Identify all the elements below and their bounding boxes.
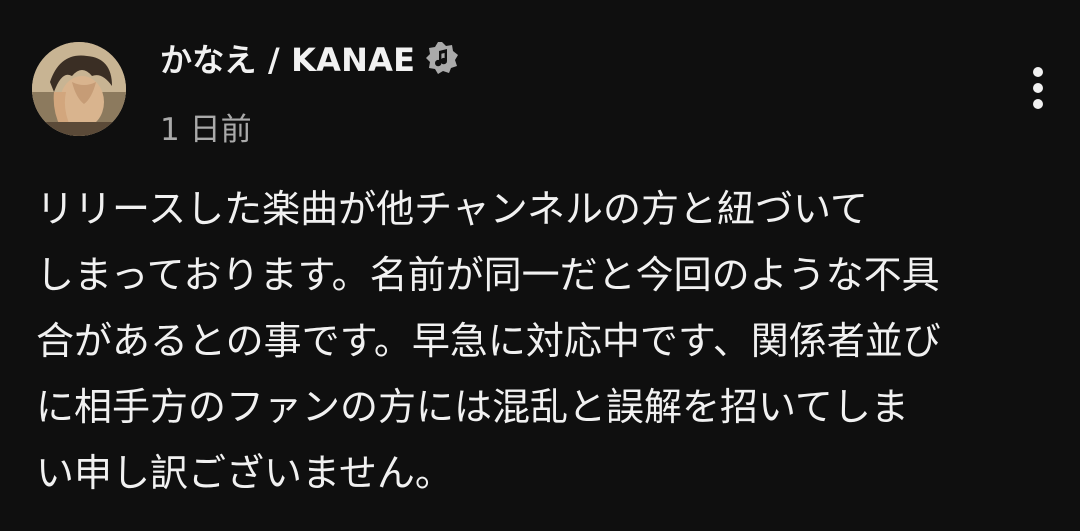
- post-body-line: い申し訳ございません。: [36, 451, 453, 495]
- more-vertical-icon: [1033, 99, 1043, 109]
- more-vertical-icon: [1033, 67, 1043, 77]
- author-name[interactable]: かなえ / KANAE: [160, 35, 415, 81]
- post-body-line: しまっております。名前が同一だと今回のような不具: [36, 253, 940, 297]
- more-options-button[interactable]: [1018, 60, 1058, 116]
- post-timestamp: 1 日前: [160, 112, 252, 148]
- community-post: かなえ / KANAE 1 日前 リリースした楽曲が他チャンネルの方と紐づいて …: [0, 0, 1080, 531]
- avatar[interactable]: [32, 42, 126, 136]
- post-body: リリースした楽曲が他チャンネルの方と紐づいて しまっております。名前が同一だと今…: [36, 176, 1046, 506]
- music-note-verified-icon: [425, 41, 459, 75]
- avatar-image: [32, 42, 126, 136]
- post-body-line: リリースした楽曲が他チャンネルの方と紐づいて: [36, 187, 868, 231]
- post-body-line: に相手方のファンの方には混乱と誤解を招いてしま: [36, 385, 909, 429]
- more-vertical-icon: [1033, 83, 1043, 93]
- author-row: かなえ / KANAE: [160, 36, 459, 80]
- post-body-line: 合があるとの事です。早急に対応中です、関係者並び: [36, 319, 941, 363]
